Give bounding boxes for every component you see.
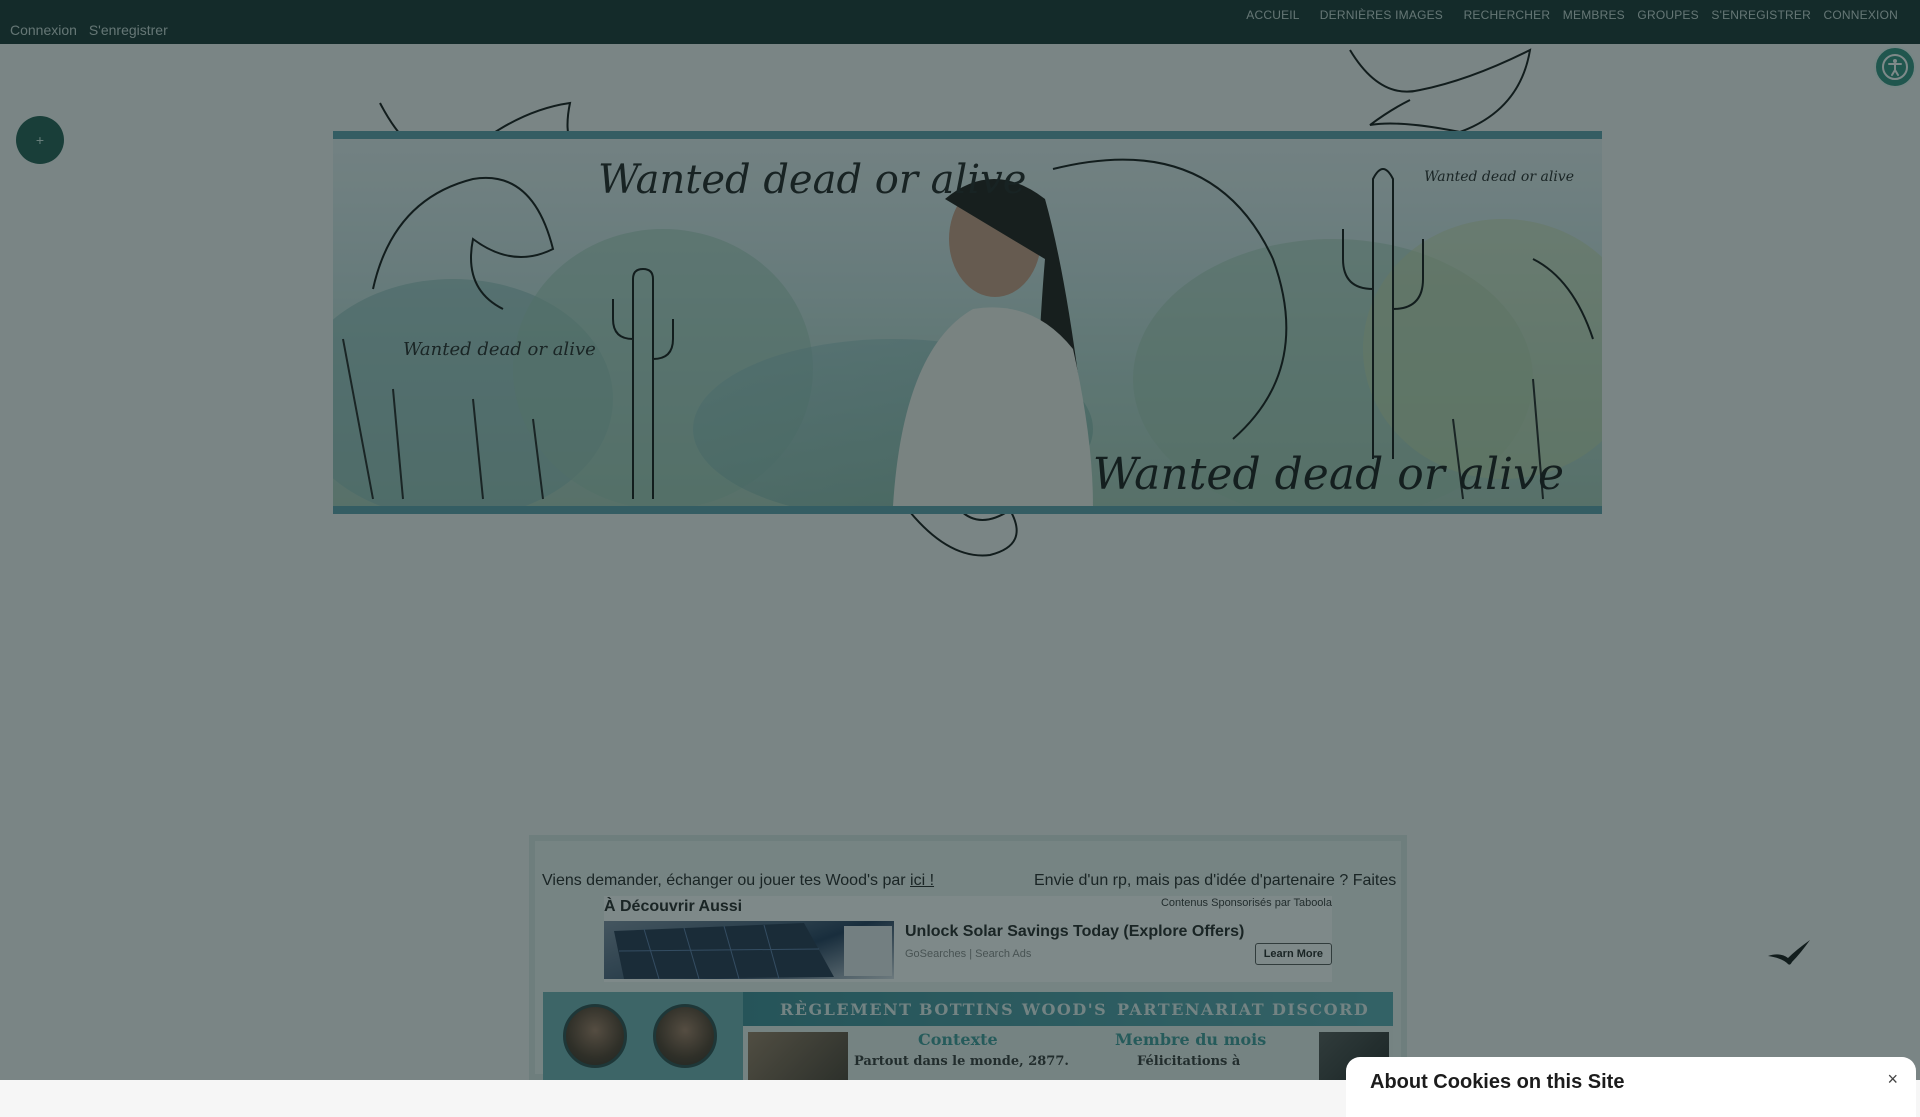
menu-latest-images[interactable]: DERNIÈRES IMAGES: [1320, 8, 1443, 22]
banner-title-bottom: Wanted dead or alive: [1092, 449, 1564, 500]
context-title: Contexte: [918, 1030, 998, 1049]
ad-image[interactable]: [604, 921, 894, 980]
featured-avatars: [543, 992, 743, 1080]
account-links: Connexion S'enregistrer: [10, 22, 176, 38]
menu-groups[interactable]: GROUPES: [1637, 8, 1698, 22]
sponsored-ad: À Découvrir Aussi Contenus Sponsorisés p…: [604, 896, 1332, 982]
banner-image: Wanted dead or alive Wanted dead or aliv…: [333, 131, 1602, 514]
cookie-consent-dialog: About Cookies on this Site ×: [1346, 1057, 1916, 1117]
register-link[interactable]: S'enregistrer: [89, 22, 168, 38]
forum-navigation: RÈGLEMENT BOTTINS WOOD'S PARTENARIAT DIS…: [743, 992, 1393, 1026]
forum-header-strip: RÈGLEMENT BOTTINS WOOD'S PARTENARIAT DIS…: [543, 992, 1393, 1080]
main-menu: ACCUEIL DERNIÈRES IMAGES RECHERCHER MEMB…: [1237, 8, 1898, 22]
cookie-dialog-title: About Cookies on this Site: [1370, 1071, 1625, 1093]
forum-nav-partenariat[interactable]: PARTENARIAT: [1117, 1000, 1265, 1019]
ad-source: GoSearches | Search Ads: [905, 948, 1032, 960]
forum-nav-discord[interactable]: DISCORD: [1272, 1000, 1369, 1019]
avatar[interactable]: [653, 1004, 717, 1068]
top-navigation-bar: Connexion S'enregistrer ACCUEIL DERNIÈRE…: [0, 0, 1920, 44]
menu-home[interactable]: ACCUEIL: [1246, 8, 1299, 22]
announcement-link[interactable]: ici !: [910, 872, 934, 889]
bird-icon: [1768, 940, 1810, 965]
ad-sponsor-label[interactable]: Contenus Sponsorisés par Taboola: [1161, 897, 1332, 909]
banner-title-small-right: Wanted dead or alive: [1424, 169, 1574, 185]
forum-info-boxes: Contexte Partout dans le monde, 2877. Me…: [743, 1026, 1393, 1080]
forum-nav-bottins[interactable]: BOTTINS: [919, 1000, 1014, 1019]
menu-members[interactable]: MEMBRES: [1563, 8, 1625, 22]
member-of-month-title: Membre du mois: [1115, 1030, 1267, 1049]
announcement-text-1: Viens demander, échanger ou jouer tes Wo…: [542, 872, 911, 889]
forum-nav-reglement[interactable]: RÈGLEMENT: [780, 1000, 913, 1019]
banner-title-small-left: Wanted dead or alive: [403, 339, 596, 360]
ad-headline[interactable]: Unlock Solar Savings Today (Explore Offe…: [905, 923, 1244, 941]
menu-login[interactable]: CONNEXION: [1824, 8, 1898, 22]
member-of-month-text: Félicitations à: [1137, 1054, 1241, 1069]
ad-learn-more-button[interactable]: Learn More: [1254, 943, 1332, 965]
login-link[interactable]: Connexion: [10, 22, 77, 38]
menu-search[interactable]: RECHERCHER: [1464, 8, 1551, 22]
announcement-marquee: Viens demander, échanger ou jouer tes Wo…: [542, 872, 1396, 892]
ad-section-title: À Découvrir Aussi: [604, 898, 743, 915]
solar-panel-image: [614, 923, 892, 980]
context-text: Partout dans le monde, 2877.: [854, 1054, 1069, 1069]
header-banner: Wanted dead or alive Wanted dead or aliv…: [333, 131, 1602, 514]
announcement-text-2: Envie d'un rp, mais pas d'idée d'partena…: [1034, 872, 1396, 889]
banner-title-top: Wanted dead or alive: [598, 157, 1027, 203]
forum-nav-woods[interactable]: WOOD'S: [1022, 1000, 1107, 1019]
context-image: [748, 1032, 848, 1080]
menu-register[interactable]: S'ENREGISTRER: [1711, 8, 1811, 22]
avatar[interactable]: [563, 1004, 627, 1068]
